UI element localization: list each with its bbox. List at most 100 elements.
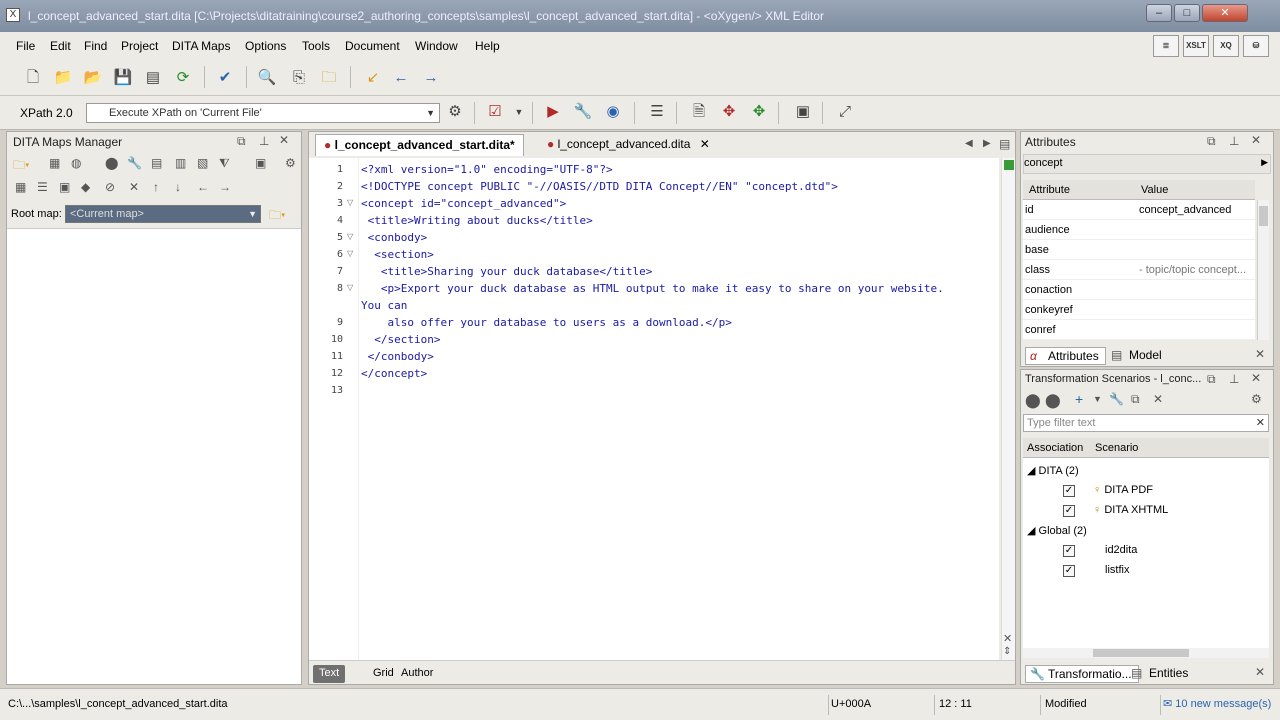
validate-map-icon[interactable]: ◍ <box>71 156 81 170</box>
table-row[interactable]: conref <box>1023 320 1255 340</box>
save-icon[interactable]: 💾 <box>112 67 134 89</box>
find-in-files-icon[interactable]: ⎘ <box>288 67 310 89</box>
xslt-perspective-button[interactable]: XSLT <box>1183 35 1209 57</box>
table-row[interactable]: class - topic/topic concept... <box>1023 260 1255 280</box>
save-map-icon[interactable]: ▦ <box>49 156 60 170</box>
scenario-id2dita[interactable]: id2dita <box>1105 544 1137 556</box>
clear-filter-icon[interactable]: ✕ <box>1256 415 1265 431</box>
remove-icon[interactable]: ✕ <box>1153 392 1163 406</box>
close-window-button[interactable]: ✕ <box>1202 4 1248 22</box>
close-icon[interactable]: ✕ <box>1255 347 1265 361</box>
filter-input[interactable]: Type filter text ✕ <box>1023 414 1269 432</box>
code-editor[interactable]: <?xml version="1.0" encoding="UTF-8"?> <… <box>359 158 999 660</box>
wrench-icon[interactable]: 🔧 <box>1109 392 1124 406</box>
scenario-dita-xhtml[interactable]: ♀ DITA XHTML <box>1093 504 1168 516</box>
pin-icon[interactable]: ✥ <box>718 101 740 123</box>
configure-transformation-icon[interactable]: 🔧 <box>572 101 594 123</box>
open-url-icon[interactable]: 📂 <box>82 67 104 89</box>
format-indent-icon[interactable]: ☰ <box>646 101 668 123</box>
restore-icon[interactable]: ⧉ <box>237 134 246 149</box>
tab-scroll-left-icon[interactable]: ◀ <box>965 138 973 149</box>
find-folder-icon[interactable]: 🗀 <box>318 67 340 89</box>
table-row[interactable]: id concept_advanced <box>1023 200 1255 220</box>
spell-check-icon[interactable]: ✔ <box>214 67 236 89</box>
close-icon[interactable]: ✕ <box>1255 665 1265 679</box>
find-icon[interactable]: 🔍 <box>256 67 278 89</box>
pin-panel-icon[interactable]: ⊥ <box>1229 134 1239 148</box>
menu-tools[interactable]: Tools <box>302 39 330 53</box>
scrollbar-thumb[interactable] <box>1093 649 1189 657</box>
association-checkbox[interactable]: ✓ <box>1063 545 1075 557</box>
settings-icon[interactable]: ⚙ <box>285 156 296 170</box>
minimize-button[interactable]: – <box>1146 4 1172 22</box>
validate-dropdown-icon[interactable]: ▼ <box>508 101 530 123</box>
split-editor-icon[interactable]: ⇕ <box>1003 646 1011 657</box>
restore-icon[interactable]: ⧉ <box>1207 134 1216 149</box>
root-map-select[interactable]: <Current map> ▼ <box>65 205 261 223</box>
tab-model[interactable]: ▤ Model <box>1107 347 1168 365</box>
menu-options[interactable]: Options <box>245 39 286 53</box>
validate-icon[interactable]: ☑ <box>484 101 506 123</box>
open-root-map-icon[interactable]: 🗀▾ <box>269 206 285 227</box>
close-icon[interactable]: ✕ <box>1251 371 1261 385</box>
insert-topic-icon[interactable]: ▥ <box>175 156 186 170</box>
move-down-icon[interactable]: ↓ <box>175 180 181 194</box>
list-icon[interactable]: ☰ <box>37 180 48 194</box>
delete-icon[interactable]: ✕ <box>129 180 139 194</box>
duplicate-icon[interactable]: ⧉ <box>1131 392 1140 407</box>
disabled-tool-icon[interactable]: ⤢ <box>834 101 856 123</box>
settings-icon[interactable]: ⚙ <box>1251 392 1262 406</box>
editor-perspective-icon[interactable]: ≣ <box>1153 35 1179 57</box>
maximize-button[interactable]: □ <box>1174 4 1200 22</box>
demote-icon[interactable]: → <box>219 180 231 194</box>
messages-link[interactable]: ✉ 10 new message(s) <box>1160 695 1271 715</box>
menu-find[interactable]: Find <box>84 39 107 53</box>
group-dita[interactable]: ◢ DITA (2) <box>1027 464 1079 477</box>
open-map-icon[interactable]: 🗀▾ <box>13 156 29 177</box>
tab-transformation-scenarios[interactable]: 🔧 Transformatio... <box>1025 665 1139 683</box>
menu-edit[interactable]: Edit <box>50 39 71 53</box>
xquery-perspective-button[interactable]: XQ <box>1213 35 1239 57</box>
table-row[interactable]: audience <box>1023 220 1255 240</box>
close-icon[interactable]: ✕ <box>700 137 710 151</box>
attributes-scrollbar[interactable] <box>1257 200 1269 340</box>
tab-concept-advanced[interactable]: ● l_concept_advanced.dita ✕ <box>539 134 718 156</box>
edit-properties-icon[interactable]: ▣ <box>59 180 70 194</box>
apply-selected-icon[interactable]: ⬤ <box>1045 392 1061 409</box>
wrench-icon[interactable]: 🔧 <box>127 156 142 170</box>
move-up-icon[interactable]: ↑ <box>153 180 159 194</box>
new-file-icon[interactable]: 🗋 <box>22 67 44 89</box>
document-icon[interactable]: 🗎 <box>688 101 710 123</box>
horizontal-scrollbar[interactable] <box>1023 648 1269 658</box>
open-folder-icon[interactable]: 📁 <box>52 67 74 89</box>
association-checkbox[interactable]: ✓ <box>1063 565 1075 577</box>
chevron-down-icon[interactable]: ▼ <box>1093 394 1102 404</box>
stop-icon[interactable]: ⬤ <box>105 156 118 170</box>
chevron-down-icon[interactable]: ▼ <box>426 104 435 122</box>
insert-icon[interactable]: ✥ <box>748 101 770 123</box>
expand-icon[interactable]: ▦ <box>15 180 26 194</box>
pin-panel-icon[interactable]: ⊥ <box>1229 372 1239 386</box>
association-checkbox[interactable]: ✓ <box>1063 485 1075 497</box>
editor-vertical-scrollbar[interactable]: ✕ ⇕ <box>1001 158 1015 660</box>
menu-file[interactable]: File <box>16 39 35 53</box>
scrollbar-thumb[interactable] <box>1259 206 1268 226</box>
chevron-right-icon[interactable]: ▶ <box>1261 157 1268 168</box>
xpath-version-label[interactable]: XPath 2.0 <box>20 106 73 120</box>
tab-concept-advanced-start[interactable]: ● l_concept_advanced_start.dita* <box>315 134 524 156</box>
xpath-settings-icon[interactable]: ⚙ <box>444 101 466 123</box>
expand-icon[interactable]: ◢ <box>1027 525 1035 537</box>
attribute-value[interactable]: concept_advanced <box>1139 204 1253 216</box>
debug-icon[interactable]: ◉ <box>602 101 624 123</box>
promote-icon[interactable]: ← <box>197 180 209 194</box>
group-global[interactable]: ◢ Global (2) <box>1027 524 1087 537</box>
insert-topichead-icon[interactable]: ▧ <box>197 156 208 170</box>
forward-icon[interactable]: → <box>420 67 442 89</box>
add-icon[interactable]: + <box>1075 391 1083 407</box>
association-checkbox[interactable]: ✓ <box>1063 505 1075 517</box>
profile-icon[interactable]: ▣ <box>792 101 814 123</box>
tab-list-icon[interactable]: ▤ <box>999 137 1010 151</box>
close-icon[interactable]: ✕ <box>1251 133 1261 147</box>
tab-entities[interactable]: ▤ Entities <box>1127 665 1194 683</box>
menu-help[interactable]: Help <box>475 39 500 53</box>
